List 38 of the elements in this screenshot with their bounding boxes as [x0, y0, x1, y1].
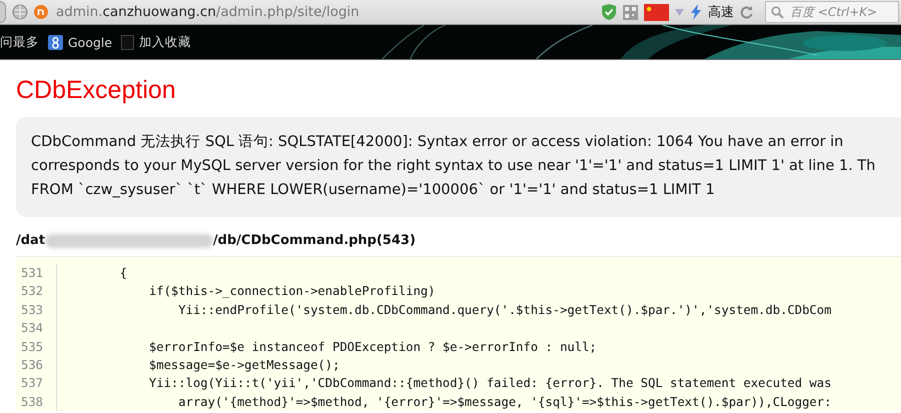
code-line: Yii::endProfile('system.db.CDbCommand.query('.$this->getText().$par.')','system.db.CDbCom [177, 302, 832, 319]
globe-icon [12, 4, 28, 20]
site-icon [34, 5, 48, 19]
line-number: 533 [16, 300, 57, 320]
line-number: 537 [16, 374, 57, 393]
search-field[interactable]: 百度 <Ctrl+K> [765, 1, 899, 23]
line-number: 534 [16, 319, 57, 338]
dropdown-icon[interactable] [675, 8, 684, 16]
url-text[interactable]: admin.canzhuowang.cn/admin.php/site/login [56, 4, 360, 20]
qr-code-icon[interactable] [623, 4, 638, 20]
file-path: /dat [16, 233, 46, 248]
google-icon [48, 34, 63, 50]
bookmark-icon [121, 34, 134, 50]
line-number: 532 [16, 282, 57, 301]
speed-label[interactable]: 高速 [708, 3, 734, 21]
refresh-icon[interactable] [740, 6, 753, 18]
code-line: { [118, 265, 128, 282]
page-title: CDbException [16, 76, 177, 105]
flag-icon[interactable] [644, 4, 669, 20]
bookmark-item[interactable]: 问最多 [0, 34, 39, 50]
line-number: 538 [16, 392, 57, 412]
code-line: Yii::log(Yii::t('yii','CDbCommand::{method}() failed: {error}. The SQL statement executed was [148, 375, 832, 392]
file-path: /db/CDbCommand.php(543) [213, 233, 416, 248]
error-message: FROM `czw_sysuser` `t` WHERE LOWER(username)='100006` or '1'='1' and status=1 LIMIT 1 [31, 181, 716, 200]
shield-icon[interactable] [601, 3, 617, 21]
code-line: $message=$e->getMessage(); [148, 356, 340, 374]
line-number: 531 [16, 264, 57, 282]
line-number: 536 [16, 356, 57, 374]
line-number: 535 [16, 338, 57, 356]
lightning-icon[interactable] [690, 4, 702, 20]
back-button[interactable] [0, 1, 6, 23]
bookmark-item[interactable]: 加入收藏 [139, 34, 192, 50]
bookmark-item[interactable]: Google [68, 34, 112, 50]
error-message: corresponds to your MySQL server version for the right syntax to use near '1'='1' and status=1 LIMIT 1' at line 1. Th [31, 157, 876, 176]
error-message: CDbCommand 无法执行 SQL 语句: SQLSTATE[42000]: Syntax error or access violation: 1064 You have an error in [31, 133, 844, 152]
code-line: if($this->_connection->enableProfiling) [148, 283, 436, 300]
code-line: array('{method}'=>$method, '{error}'=>$message, '{sql}'=>$this->getText().$par)),CLogger: [177, 394, 832, 411]
code-line: $errorInfo=$e instanceof PDOException ? $e->errorInfo : null; [148, 338, 597, 356]
